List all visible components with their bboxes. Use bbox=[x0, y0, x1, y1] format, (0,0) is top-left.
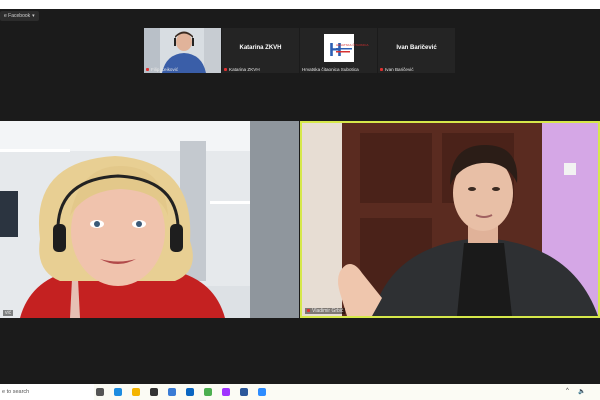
participant-tile-ivan[interactable]: Ivan Baričević Ivan Baričević bbox=[378, 28, 455, 73]
main-video-right-active-speaker[interactable]: Vladimir Grbić bbox=[300, 121, 600, 318]
mail-icon[interactable] bbox=[150, 388, 158, 396]
zoom-meeting-window: e Facebook ▾ Filip Čeiković Katarina ZKVH… bbox=[0, 0, 600, 400]
participant-tile-katarina[interactable]: Katarina ZKVH Katarina ZKVH bbox=[222, 28, 299, 73]
file-explorer-icon[interactable] bbox=[132, 388, 140, 396]
volume-icon[interactable]: 🔈 bbox=[578, 388, 585, 395]
store-icon[interactable] bbox=[168, 388, 176, 396]
word-icon[interactable] bbox=[240, 388, 248, 396]
window-top-bar bbox=[0, 0, 600, 9]
mic-muted-icon bbox=[224, 68, 227, 72]
logo-text: HRVATSKA ČITAONICA bbox=[336, 42, 368, 47]
linkedin-icon[interactable] bbox=[186, 388, 194, 396]
edge-icon[interactable] bbox=[114, 388, 122, 396]
facebook-live-badge[interactable]: e Facebook ▾ bbox=[0, 11, 39, 21]
participant-label: vić bbox=[3, 310, 14, 316]
participant-name: Katarina ZKVH bbox=[239, 45, 282, 51]
tray-chevron-icon[interactable]: ^ bbox=[566, 388, 569, 394]
messenger-icon[interactable] bbox=[222, 388, 230, 396]
chevron-down-icon[interactable]: ▾ bbox=[32, 11, 35, 21]
participant-video-woman bbox=[0, 121, 299, 318]
participant-video-man bbox=[302, 123, 598, 316]
participant-strip: Filip Čeiković Katarina ZKVH Katarina ZK… bbox=[144, 28, 456, 73]
zoom-icon[interactable] bbox=[258, 388, 266, 396]
facebook-live-label: e Facebook bbox=[4, 13, 31, 19]
mic-icon bbox=[307, 309, 310, 313]
windows-taskbar: e to search ^ 🔈 bbox=[0, 384, 600, 400]
participant-label: Hrvatska čitaonica Subotica bbox=[302, 67, 359, 72]
task-view-icon[interactable] bbox=[96, 388, 104, 396]
mic-muted-icon bbox=[146, 68, 149, 72]
participant-tile-filip[interactable]: Filip Čeiković bbox=[144, 28, 221, 73]
main-video-left[interactable]: vić bbox=[0, 121, 299, 318]
participant-label: Filip Čeiković bbox=[146, 67, 178, 72]
taskbar-search-input[interactable]: e to search bbox=[0, 384, 94, 400]
participant-label: Katarina ZKVH bbox=[224, 67, 260, 72]
mic-muted-icon bbox=[380, 68, 383, 72]
participant-tile-hrvatska-citaonica[interactable]: H HRVATSKA ČITAONICA Hrvatska čitaonica … bbox=[300, 28, 377, 73]
participant-name: Ivan Baričević bbox=[396, 45, 437, 51]
participant-label: Ivan Baričević bbox=[380, 67, 414, 72]
participant-label: Vladimir Grbić bbox=[305, 308, 346, 314]
chrome-icon[interactable] bbox=[204, 388, 212, 396]
